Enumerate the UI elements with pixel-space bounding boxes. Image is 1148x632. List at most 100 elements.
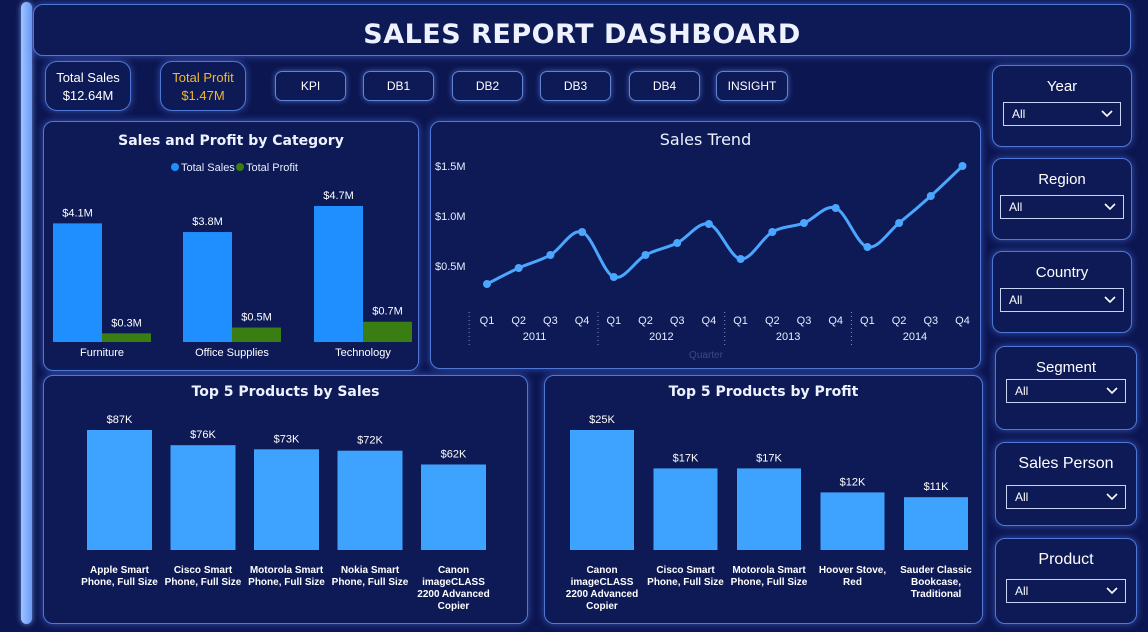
slicer-label: Product	[1038, 551, 1094, 568]
chevron-down-icon	[1105, 486, 1119, 515]
y-tick-label: $1.5M	[435, 161, 466, 173]
nav-button-db2[interactable]: DB2	[452, 71, 523, 101]
bar	[570, 430, 634, 550]
nav-button-kpi[interactable]: KPI	[275, 71, 346, 101]
series-line	[486, 164, 964, 286]
nav-button-db3[interactable]: DB3	[540, 71, 611, 101]
top-profit-bar-chart: $25K CanonimageCLASS2200 AdvancedCopier $1…	[566, 414, 973, 612]
x-tick-label: 2200 Advanced	[566, 589, 638, 600]
slicer-year: Year All	[992, 65, 1132, 147]
x-tick-label: Q1	[480, 315, 495, 327]
data-point	[546, 251, 555, 259]
chevron-down-icon	[1105, 580, 1119, 609]
x-tick-label: Q2	[892, 315, 907, 327]
vertical-scrollbar[interactable]	[21, 2, 32, 624]
bar	[314, 206, 363, 342]
year-dropdown[interactable]: All	[1003, 102, 1121, 126]
data-point	[926, 192, 935, 200]
x-tick-label: Q4	[955, 315, 970, 327]
x-group-label: 2014	[903, 331, 927, 343]
x-tick-label: Copier	[438, 601, 470, 612]
bar	[737, 468, 801, 550]
bar	[421, 464, 486, 550]
x-tick-label: Traditional	[911, 589, 962, 600]
dropdown-value: All	[1015, 384, 1029, 398]
kpi-value: $1.47M	[181, 88, 225, 103]
bar	[53, 223, 102, 342]
data-point	[514, 264, 523, 272]
legend-label: Total Profit	[246, 162, 298, 174]
data-point	[895, 219, 904, 227]
x-tick-label: Q2	[638, 315, 653, 327]
bar	[363, 321, 412, 342]
data-label: $17K	[673, 452, 699, 464]
nav-button-db4[interactable]: DB4	[629, 71, 700, 101]
x-tick-label: Canon	[586, 565, 617, 576]
country-dropdown[interactable]: All	[1000, 288, 1124, 312]
product-dropdown[interactable]: All	[1006, 579, 1126, 603]
slicer-region: Region All	[992, 158, 1132, 240]
dropdown-value: All	[1012, 107, 1026, 121]
x-tick-label: Phone, Full Size	[731, 577, 808, 588]
x-tick-label: Red	[843, 577, 862, 588]
nav-button-insight[interactable]: INSIGHT	[716, 71, 788, 101]
data-label: $87K	[107, 414, 133, 426]
top-profit-panel: Top 5 Products by Profit $25K Canon imageC…	[544, 375, 983, 624]
kpi-total-sales: Total Sales $12.64M	[45, 61, 131, 111]
data-label: $76K	[190, 429, 216, 441]
x-tick-label: Bookcase,	[911, 577, 961, 588]
slicer-label: Region	[1038, 171, 1086, 188]
dropdown-value: All	[1015, 490, 1029, 504]
slicer-label: Country	[1035, 264, 1089, 281]
data-point	[578, 228, 587, 236]
chevron-down-icon	[1100, 103, 1114, 132]
nav-button-db1[interactable]: DB1	[363, 71, 434, 101]
data-label: $0.3M	[111, 317, 142, 329]
category-bar-chart: Total Sales Total Profit $4.1M $0.3M Furnitu…	[53, 162, 412, 359]
bar	[183, 232, 232, 342]
title-bar: SALES REPORT DASHBOARD	[33, 4, 1131, 56]
bar	[653, 468, 718, 550]
data-label: $62K	[441, 448, 467, 460]
slicer-segment: Segment All	[995, 346, 1137, 430]
x-tick-label: Phone, Full Size	[81, 577, 158, 588]
data-point	[863, 243, 872, 251]
x-tick-label: Phone, Full Size	[332, 577, 409, 588]
x-tick-label: Motorola Smart	[732, 565, 806, 576]
bar	[170, 445, 236, 550]
data-label: $4.7M	[323, 190, 354, 202]
sales-person-dropdown[interactable]: All	[1006, 485, 1126, 509]
bar	[904, 497, 968, 550]
x-tick-label: Sauder Classic	[900, 565, 972, 576]
data-point	[483, 280, 491, 288]
data-point	[704, 220, 713, 228]
x-group-label: 2012	[649, 331, 673, 343]
x-tick-label: Office Supplies	[195, 347, 269, 359]
x-tick-label: Apple Smart	[90, 565, 150, 576]
x-tick-label: Phone, Full Size	[647, 577, 724, 588]
bar	[87, 430, 152, 550]
dropdown-value: All	[1009, 293, 1023, 307]
x-tick-label: Q1	[733, 315, 748, 327]
slicer-sales-person: Sales Person All	[995, 442, 1137, 526]
slicer-label: Year	[1046, 78, 1078, 95]
x-tick-label: Phone, Full Size	[248, 577, 325, 588]
sales-trend-panel: Sales Trend $0.5M $1.0M $1.5M Q1 Q2 Q3 Q4 Q1 Q2 Q…	[430, 121, 981, 369]
data-point	[609, 273, 618, 281]
legend-marker	[236, 163, 244, 171]
x-tick-label: Furniture	[80, 347, 124, 359]
kpi-value: $12.64M	[62, 88, 114, 103]
region-dropdown[interactable]: All	[1000, 195, 1124, 219]
segment-dropdown[interactable]: All	[1006, 379, 1126, 403]
bar	[820, 492, 885, 550]
data-label: $25K	[589, 414, 615, 426]
chevron-down-icon	[1103, 289, 1117, 318]
x-tick-label: Nokia Smart	[341, 565, 400, 576]
data-point	[673, 239, 682, 247]
x-tick-label: Cisco Smart	[656, 565, 715, 576]
slicer-product: Product All	[995, 538, 1137, 624]
kpi-label: Total Sales	[56, 70, 120, 85]
x-tick-label: Q4	[702, 315, 717, 327]
y-tick-label: $0.5M	[435, 261, 466, 273]
chevron-down-icon	[1103, 196, 1117, 225]
